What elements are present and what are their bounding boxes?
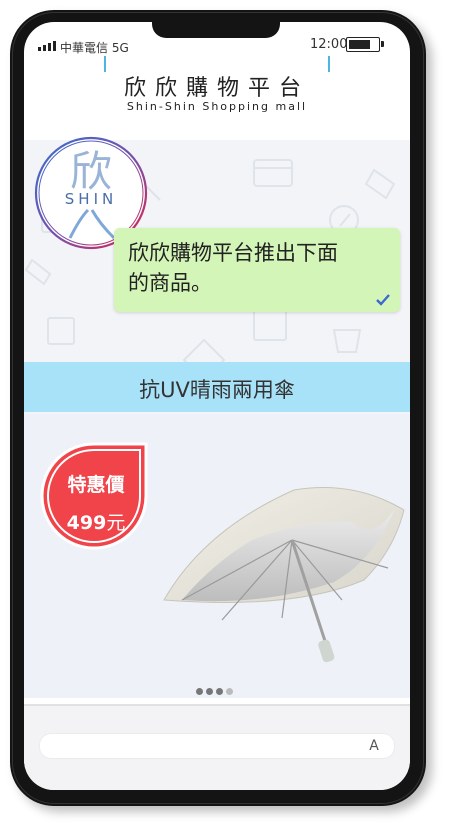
price-amount: 499 [66,512,107,534]
carousel-dot[interactable] [196,688,203,695]
phone-notch [152,20,280,38]
page-title: 欣欣購物平台 [123,76,310,101]
logo-text: SHIN [65,190,117,208]
price-value: 499元 [48,508,144,535]
carrier-label: 中華電信 5G [60,41,129,55]
battery-icon [346,37,384,52]
page-subtitle: Shin-Shin Shopping mall [126,100,308,113]
logo-glyph: 欣 [70,147,112,196]
chat-message-bubble: 欣欣購物平台推出下面 的商品。 [114,228,400,312]
price-unit: 元 [106,512,126,534]
carousel-dot[interactable] [216,688,223,695]
product-name[interactable]: 抗UV晴雨兩用傘 [24,374,410,404]
font-size-button[interactable]: A [362,736,386,756]
check-icon [376,294,390,306]
phone-screen: 中華電信 5G 12:00 欣欣購物平台 Shin-Shin Shopping … [24,22,410,790]
clock: 12:00 [310,37,348,52]
carousel-dot[interactable] [226,688,233,695]
chat-message-text: 欣欣購物平台推出下面 的商品。 [128,238,388,298]
umbrella-icon[interactable] [152,472,406,672]
price-label: 特惠價 [67,474,125,496]
chat-message-line2: 的商品。 [128,271,212,295]
message-input[interactable] [40,734,394,758]
signal-icon [38,41,56,51]
carousel-dot[interactable] [206,688,213,695]
carousel-dots [196,688,233,695]
chat-message-line1: 欣欣購物平台推出下面 [128,241,338,265]
